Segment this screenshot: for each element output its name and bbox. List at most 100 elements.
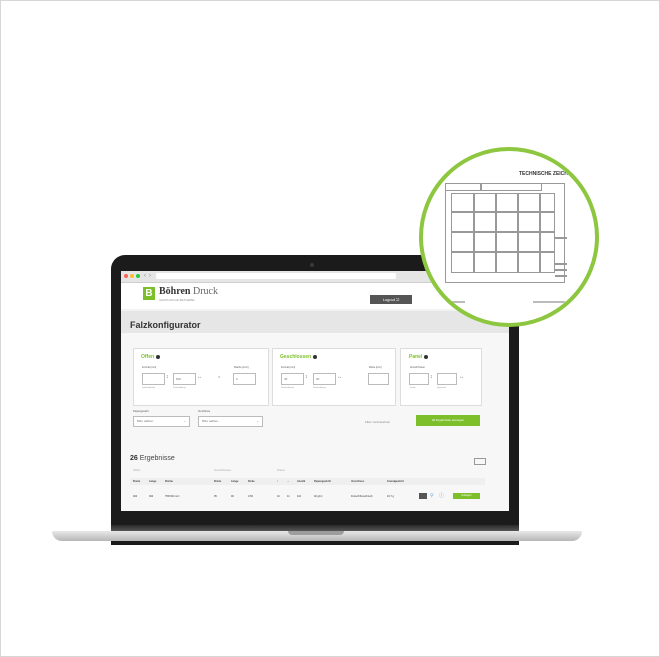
geschlossen-format-label: Format [mm] [281, 366, 296, 369]
technical-drawing-zoom: TECHNISCHE ZEICH [419, 147, 599, 327]
table-cell: 300 [149, 495, 154, 498]
group-label-geschlossen: Geschlossen [214, 468, 232, 472]
column-header[interactable]: Breite [214, 480, 221, 483]
column-header[interactable]: Länge [231, 480, 238, 483]
brand-name-main: Böhren [159, 286, 191, 297]
drawing-legend-line [533, 301, 565, 303]
close-dot-icon[interactable] [124, 274, 128, 278]
column-header[interactable]: Länge [149, 480, 156, 483]
group-label-offen: Offen [133, 468, 141, 472]
panel-title-text: Panel [409, 354, 423, 360]
horizontal-arrows-icon: ↔ [459, 374, 464, 380]
offen-area-input[interactable]: 0 [233, 373, 256, 385]
drawing-header-cell [480, 183, 542, 191]
laptop-notch [288, 531, 344, 535]
group-label-panel: Panel [277, 468, 285, 472]
panel-horizontal-sublabel: Horizontal [437, 387, 447, 389]
pdf-icon[interactable] [419, 493, 427, 499]
geschlossen-width-input[interactable]: 35 [281, 373, 304, 385]
laptop-camera [310, 263, 314, 267]
geschlossen-width-sublabel: Standardbreite [281, 387, 295, 389]
drawing-marker [555, 269, 567, 271]
drawing-marker [555, 275, 567, 277]
column-header[interactable]: Anzahl [297, 480, 305, 483]
table-cell: 0.50 [248, 495, 253, 498]
paper-weight-select[interactable]: Bitte wählen ⌄ [133, 416, 190, 427]
drawing-panel [473, 193, 497, 273]
chevron-down-icon: ⌄ [183, 419, 186, 423]
panel-horizontal-input[interactable] [437, 373, 457, 385]
results-count: 26 [130, 455, 138, 462]
closure-select[interactable]: Bitte wählen ⌄ [198, 416, 263, 427]
table-cell: 16.7 g [387, 495, 394, 498]
brand-name[interactable]: Böhren Druck [159, 286, 218, 297]
drawing-panel [495, 193, 519, 273]
equals-icon: = [218, 374, 221, 379]
offen-area-label: Fläche [mm²] [234, 366, 249, 369]
drawing-panel [539, 193, 555, 273]
drawing-title: TECHNISCHE ZEICH [519, 171, 568, 177]
logout-label: Logout [382, 297, 395, 302]
maximize-dot-icon[interactable] [136, 274, 140, 278]
results-label: Ergebnisse [137, 455, 175, 462]
table-cell: Fünsch/Kreuzbruch [351, 495, 373, 498]
chevron-down-icon: ⌄ [256, 419, 259, 423]
column-header[interactable]: Fläche [165, 480, 173, 483]
column-header[interactable]: Dicke [248, 480, 255, 483]
drawing-fold-line [451, 211, 555, 213]
offen-height-input[interactable]: 600 [173, 373, 196, 385]
horizontal-arrows-icon: ↔ [197, 374, 202, 380]
offen-format-label: Format [mm] [142, 366, 157, 369]
table-cell: 110 [297, 495, 301, 498]
column-header[interactable]: ↕ [277, 480, 278, 483]
brand-logo-icon[interactable]: B [143, 287, 155, 300]
forward-arrow-icon[interactable]: › [149, 273, 151, 279]
vertical-arrows-icon: ↕ [305, 374, 308, 380]
info-icon[interactable] [156, 354, 161, 359]
geschlossen-height-sublabel: Standardlänge [313, 387, 327, 389]
drawing-fold-line [451, 251, 555, 253]
column-header[interactable]: Grundgewicht [387, 480, 404, 483]
column-header[interactable]: Verschluss [351, 480, 364, 483]
info-circle-icon[interactable]: ⓘ [439, 493, 445, 499]
zoom-icon[interactable]: ⚲ [430, 493, 436, 499]
column-header[interactable]: Papiergewicht [314, 480, 331, 483]
geschlossen-thickness-input[interactable] [368, 373, 389, 385]
column-header[interactable]: ↔ [287, 480, 290, 483]
geschlossen-title: Geschlossen [280, 354, 318, 360]
offen-height-sublabel: Standardlänge [173, 387, 187, 389]
geschlossen-title-text: Geschlossen [280, 354, 312, 360]
panel-sides-sublabel: Seiten [410, 387, 416, 389]
logout-button[interactable]: Logout ⎋ [370, 295, 412, 304]
address-bar[interactable] [156, 273, 396, 279]
panel-count-label: Anzahl Panel [410, 366, 425, 369]
drawing-panel [451, 193, 475, 273]
offen-title: Offen [141, 354, 161, 360]
drawing-header-cell [445, 183, 482, 191]
table-cell: 95 [214, 495, 217, 498]
offen-title-text: Offen [141, 354, 155, 360]
vertical-arrows-icon: ↕ [166, 374, 169, 380]
minimize-dot-icon[interactable] [130, 274, 134, 278]
column-header[interactable]: Breite [133, 480, 140, 483]
show-results-button[interactable]: 26 Ergebnisse anzeigen [416, 415, 480, 426]
horizontal-arrows-icon: ↔ [337, 374, 342, 380]
paper-weight-label: Papiergewicht [133, 410, 149, 413]
reset-filters-link[interactable]: Filter zurücksetzen [365, 420, 390, 424]
info-icon[interactable] [424, 354, 429, 359]
table-cell: 400 [133, 495, 138, 498]
vertical-arrows-icon: ↕ [430, 374, 433, 380]
panel-vertical-input[interactable] [409, 373, 429, 385]
offen-width-sublabel: Standardbreite [142, 387, 156, 389]
view-toggle-icon[interactable] [474, 458, 486, 465]
table-cell: 750'000 mm² [165, 495, 180, 498]
drawing-legend-line [433, 301, 465, 303]
back-arrow-icon[interactable]: ‹ [144, 273, 146, 279]
geschlossen-thickness-label: Dicke [mm] [369, 366, 382, 369]
offen-width-input[interactable] [142, 373, 165, 385]
info-icon[interactable] [313, 354, 318, 359]
request-button[interactable]: Anfragen [453, 493, 480, 499]
brand-name-suffix: Druck [190, 286, 218, 297]
drawing-fold-line [451, 231, 555, 233]
geschlossen-height-input[interactable]: 90 [313, 373, 336, 385]
